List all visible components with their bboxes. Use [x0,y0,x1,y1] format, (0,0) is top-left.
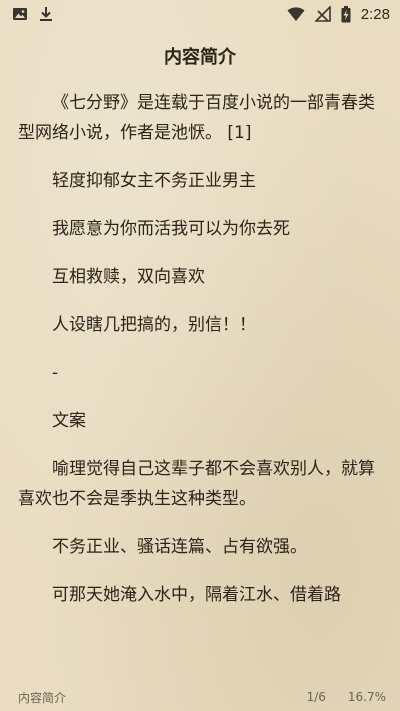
footer-progress-group: 1/6 16.7% [307,690,386,704]
status-bar: 2:28 [0,0,400,28]
paragraph: - [52,363,59,383]
status-left [12,6,54,22]
paragraph: 不务正业、骚话连篇、占有欲强。 [52,537,307,557]
image-icon [12,6,28,22]
footer-progress-percent: 16.7% [347,690,386,704]
paragraph: 喻理觉得自己这辈子都不会喜欢别人，就算喜欢也不会是季执生这种类型。 [18,459,375,509]
download-icon [38,6,54,22]
footer-chapter-title: 内容简介 [18,690,67,705]
battery-charging-icon [341,5,351,23]
page-title: 内容简介 [164,47,236,68]
status-right: 2:28 [287,5,390,23]
paragraph: 可那天她淹入水中，隔着江水、借着路 [52,585,341,605]
reader-footer: 内容简介 1/6 16.7% [0,683,400,711]
footer-page-number: 1/6 [306,690,326,704]
wifi-icon [287,6,305,22]
paragraph: 《七分野》是连载于百度小说的一部青春类型网络小说，作者是池恹。 [1] [18,93,375,143]
no-signal-icon [314,6,331,22]
paragraph: 文案 [52,411,86,431]
status-time: 2:28 [360,5,390,23]
paragraph: 我愿意为你而活我可以为你去死 [52,219,290,239]
paragraph: 轻度抑郁女主不务正业男主 [52,171,256,191]
paragraph: 互相救赎，双向喜欢 [52,267,205,287]
paragraph: 人设瞎几把搞的，别信！！ [52,315,256,335]
reader-content[interactable]: 《七分野》是连载于百度小说的一部青春类型网络小说，作者是池恹。 [1] 轻度抑郁… [18,88,382,628]
